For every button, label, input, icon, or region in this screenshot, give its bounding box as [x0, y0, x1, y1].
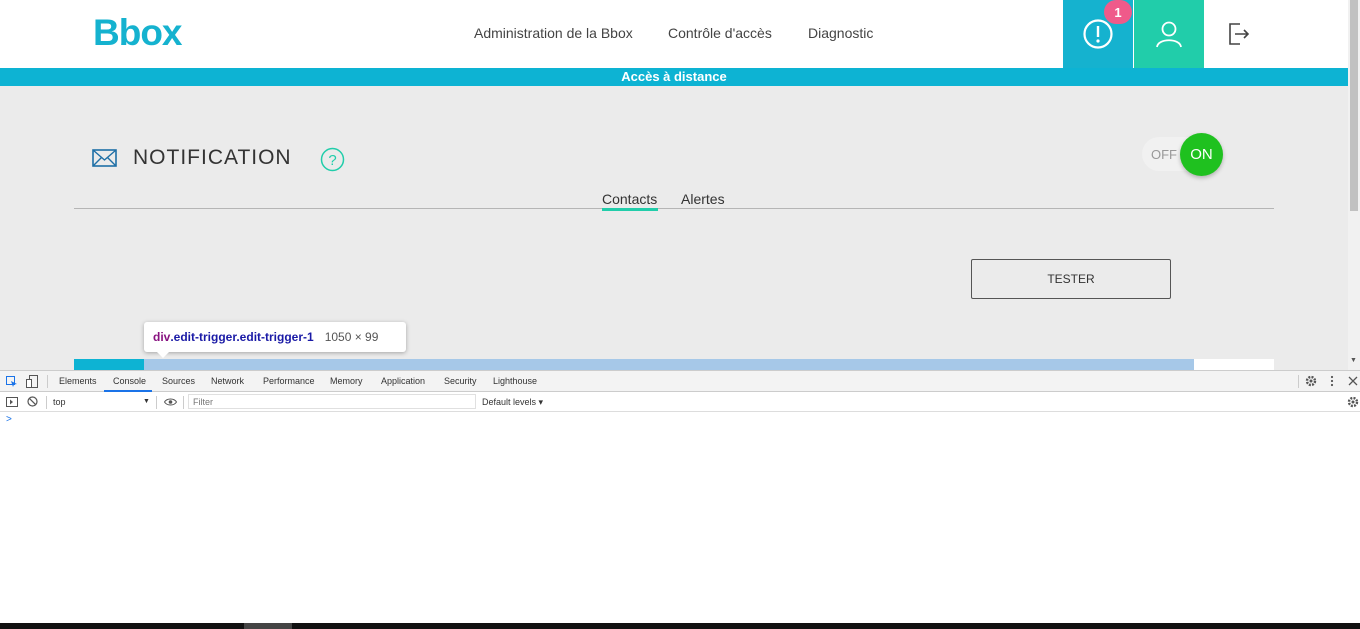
- tooltip-tag: div: [153, 330, 171, 344]
- clear-console-icon[interactable]: [27, 396, 38, 407]
- nav-diagnostic[interactable]: Diagnostic: [808, 25, 873, 41]
- sidebar-toggle-icon[interactable]: [6, 397, 18, 407]
- inspector-tooltip: div .edit-trigger.edit-trigger-1 1050 × 99: [144, 322, 406, 352]
- devtools-tab-network[interactable]: Network: [211, 376, 244, 386]
- separator: [183, 396, 184, 409]
- alert-count-badge: 1: [1104, 0, 1132, 24]
- user-account-button[interactable]: [1134, 0, 1204, 68]
- taskbar-item[interactable]: [244, 623, 292, 629]
- tooltip-size: 1050 × 99: [324, 330, 379, 344]
- nav-administration[interactable]: Administration de la Bbox: [474, 25, 633, 41]
- logout-button[interactable]: [1204, 0, 1274, 68]
- log-levels-dropdown[interactable]: Default levels ▾: [482, 397, 543, 408]
- section-title: NOTIFICATION: [133, 146, 292, 169]
- help-icon[interactable]: ?: [320, 147, 345, 172]
- devtools-tab-application[interactable]: Application: [381, 376, 425, 386]
- toggle-off-label: OFF: [1151, 147, 1177, 162]
- devtools-tab-console[interactable]: Console: [113, 376, 146, 386]
- page-scrollbar[interactable]: [1348, 0, 1360, 370]
- devtools-panel: Elements Console Sources Network Perform…: [0, 370, 1360, 623]
- separator: [46, 396, 47, 409]
- tooltip-arrow: [156, 351, 170, 358]
- alert-icon: [1083, 19, 1113, 49]
- remote-access-banner[interactable]: Accès à distance: [0, 68, 1348, 86]
- device-toolbar-icon[interactable]: [26, 375, 38, 388]
- devtools-tabbar: Elements Console Sources Network Perform…: [0, 371, 1360, 392]
- scrollbar-thumb[interactable]: [1350, 0, 1358, 211]
- user-icon: [1156, 21, 1182, 48]
- tester-button[interactable]: TESTER: [971, 259, 1171, 299]
- console-settings-icon[interactable]: [1347, 396, 1359, 408]
- nav-controle-acces[interactable]: Contrôle d'accès: [668, 25, 772, 41]
- notification-toggle[interactable]: OFF ON: [1142, 133, 1223, 176]
- devtools-tab-lighthouse[interactable]: Lighthouse: [493, 376, 537, 386]
- devtools-tab-performance[interactable]: Performance: [263, 376, 315, 386]
- page-viewport: Bbox Administration de la Bbox Contrôle …: [0, 0, 1360, 370]
- close-icon[interactable]: [1348, 376, 1358, 386]
- separator: [1298, 375, 1299, 388]
- active-tab-indicator: [602, 208, 658, 211]
- scroll-down-arrow-icon[interactable]: ▼: [1350, 357, 1357, 364]
- row-accent: [74, 359, 144, 370]
- console-filter-input[interactable]: [188, 394, 476, 409]
- settings-gear-icon[interactable]: [1305, 375, 1317, 387]
- more-options-icon[interactable]: [1330, 375, 1334, 387]
- inspector-highlight: [144, 359, 1194, 370]
- svg-text:?: ?: [328, 152, 336, 169]
- tab-alertes[interactable]: Alertes: [681, 191, 725, 207]
- context-dropdown-icon[interactable]: ▼: [143, 398, 150, 405]
- console-toolbar: top ▼ Default levels ▾: [0, 392, 1360, 412]
- tooltip-classes: .edit-trigger.edit-trigger-1: [170, 330, 314, 344]
- logout-icon: [1229, 23, 1250, 45]
- tab-contacts[interactable]: Contacts: [602, 191, 657, 207]
- separator: [156, 396, 157, 409]
- envelope-icon: [92, 149, 117, 167]
- console-prompt[interactable]: >: [6, 414, 12, 425]
- toggle-on-knob[interactable]: ON: [1180, 133, 1223, 176]
- devtools-tab-memory[interactable]: Memory: [330, 376, 363, 386]
- tabs-divider: [74, 208, 1274, 209]
- context-selector[interactable]: top: [53, 397, 66, 407]
- inspect-element-icon[interactable]: [6, 376, 18, 388]
- bbox-logo[interactable]: Bbox: [93, 12, 182, 54]
- devtools-tab-elements[interactable]: Elements: [59, 376, 97, 386]
- separator: [47, 375, 48, 388]
- devtools-tab-sources[interactable]: Sources: [162, 376, 195, 386]
- live-expression-eye-icon[interactable]: [164, 398, 177, 406]
- devtools-tab-security[interactable]: Security: [444, 376, 477, 386]
- os-taskbar: [0, 623, 1360, 629]
